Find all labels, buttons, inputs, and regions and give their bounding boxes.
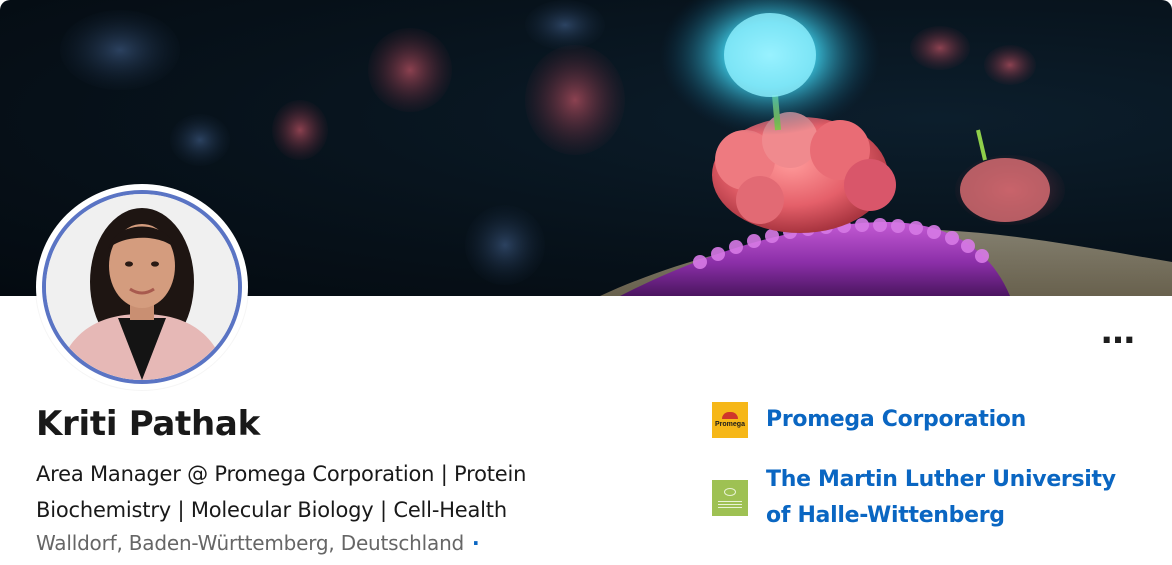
org-mlu-link[interactable]: The Martin Luther University of Halle-Wi… [712, 462, 1126, 534]
location-text: Walldorf, Baden-Württemberg, Deutschland [36, 531, 465, 555]
profile-headline: Area Manager @ Promega Corporation | Pro… [36, 462, 527, 522]
more-horizontal-icon: … [1101, 312, 1135, 352]
profile-card: … Kriti Pathak Area Manager @ Promega Co… [0, 0, 1172, 565]
profile-photo [46, 194, 238, 380]
avatar-frame[interactable] [36, 184, 248, 390]
university-logo-icon [712, 480, 748, 516]
org-name-university[interactable]: The Martin Luther University of Halle-Wi… [766, 462, 1126, 534]
more-actions-button[interactable]: … [1098, 312, 1138, 352]
avatar[interactable] [42, 190, 242, 384]
org-name-promega[interactable]: Promega Corporation [766, 402, 1026, 438]
location-separator: · [472, 531, 480, 555]
org-promega-link[interactable]: Promega Promega Corporation [712, 402, 1026, 438]
profile-name: Kriti Pathak [36, 404, 260, 444]
promega-logo-icon: Promega [712, 402, 748, 438]
profile-location: Walldorf, Baden-Württemberg, Deutschland… [36, 531, 480, 555]
